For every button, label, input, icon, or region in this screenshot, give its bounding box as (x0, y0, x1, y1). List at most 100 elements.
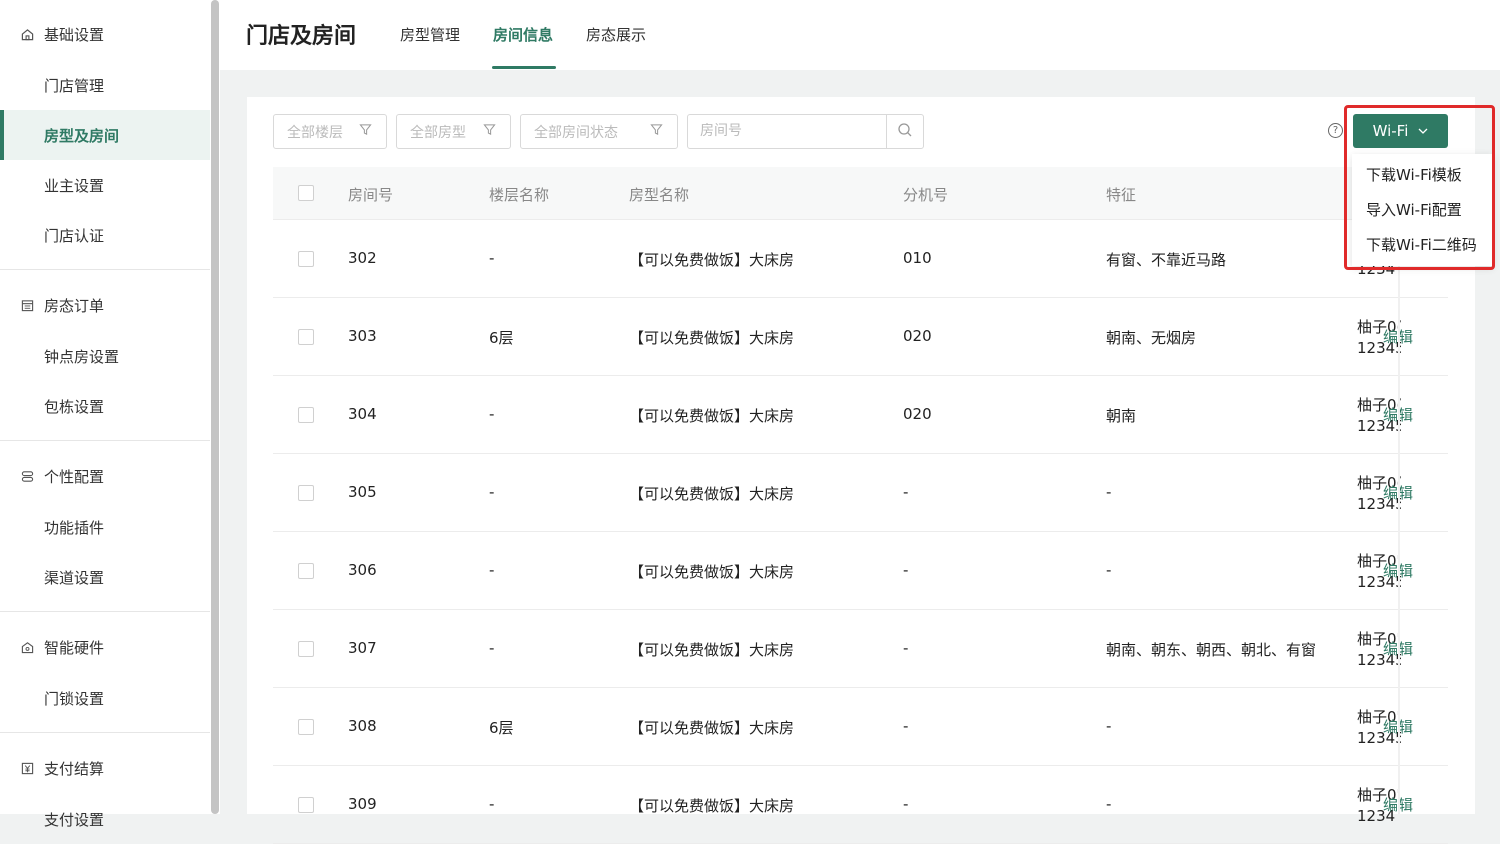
row-checkbox[interactable] (298, 797, 314, 813)
sidebar-group-hardware: 智能硬件 门锁设置 (0, 621, 210, 723)
table-row: 302 - 【可以免费做饭】大床房 010 有窗、不靠近马路 1234 (273, 220, 1448, 298)
room-features: - (1106, 483, 1112, 501)
floor-name: - (489, 795, 495, 813)
row-checkbox[interactable] (298, 641, 314, 657)
sidebar-item-label: 门店管理 (44, 76, 105, 95)
room-number: 305 (348, 483, 377, 501)
room-number: 306 (348, 561, 377, 579)
sidebar-item-store-manage[interactable]: 门店管理 (0, 60, 210, 110)
floor-name: 6层 (489, 719, 514, 737)
extension-number: - (903, 795, 909, 813)
sidebar-item-door-lock[interactable]: 门锁设置 (0, 673, 210, 723)
sidebar-item-store-cert[interactable]: 门店认证 (0, 210, 210, 260)
room-type-filter-label: 全部房型 (410, 124, 466, 141)
sidebar-group-basic: 基础设置 门店管理 房型及房间 业主设置 门店认证 (0, 0, 210, 260)
room-status-filter-label: 全部房间状态 (534, 124, 618, 141)
room-status-filter[interactable]: 全部房间状态 (520, 114, 678, 149)
floor-name: - (489, 639, 495, 657)
table-row: 304 - 【可以免费做饭】大床房 020 朝南 柚子0( 12345 (273, 376, 1448, 454)
sidebar-item-hourly-room[interactable]: 钟点房设置 (0, 331, 210, 381)
room-features: 有窗、不靠近马路 (1106, 251, 1227, 269)
filter-icon (483, 123, 496, 140)
table-row: 309 - 【可以免费做饭】大床房 - - 柚子0' 1234 (273, 766, 1448, 844)
column-header-room-no[interactable]: 房间号 (348, 184, 393, 205)
sidebar-item-label: 功能插件 (44, 518, 105, 537)
sidebar-group-label: 个性配置 (44, 467, 105, 486)
room-type-filter[interactable]: 全部房型 (396, 114, 511, 149)
row-checkbox[interactable] (298, 407, 314, 423)
extension-number: 010 (903, 249, 932, 267)
row-checkbox[interactable] (298, 329, 314, 345)
menu-item-download-wifi-template[interactable]: 下载Wi-Fi模板 (1352, 157, 1493, 192)
table-row: 303 6层 【可以免费做饭】大床房 020 朝南、无烟房 柚子0( 12345 (273, 298, 1448, 376)
room-features: - (1106, 795, 1112, 813)
wifi-dropdown-button[interactable]: Wi-Fi (1353, 114, 1448, 148)
floor-name: - (489, 561, 495, 579)
search-button[interactable] (886, 115, 923, 148)
room-number: 304 (348, 405, 377, 423)
yuan-icon (20, 761, 34, 775)
calendar-icon (20, 298, 34, 312)
wifi-dropdown-menu: 下载Wi-Fi模板 导入Wi-Fi配置 下载Wi-Fi二维码 (1352, 154, 1493, 266)
menu-item-download-wifi-qrcode[interactable]: 下载Wi-Fi二维码 (1352, 227, 1493, 262)
room-number: 302 (348, 249, 377, 267)
page-title: 门店及房间 (246, 24, 357, 49)
column-header-extension[interactable]: 分机号 (903, 184, 948, 205)
sidebar-group-header[interactable]: 支付结算 (0, 742, 210, 794)
column-header-features[interactable]: 特征 (1106, 184, 1136, 205)
sidebar-group-orders: 房态订单 钟点房设置 包栋设置 (0, 279, 210, 431)
sidebar-item-whole-building[interactable]: 包栋设置 (0, 381, 210, 431)
extension-number: 020 (903, 327, 932, 345)
floor-filter[interactable]: 全部楼层 (273, 114, 387, 149)
floor-filter-label: 全部楼层 (287, 124, 343, 141)
sidebar-item-label: 业主设置 (44, 176, 105, 195)
sidebar-group-payment: 支付结算 支付设置 (0, 742, 210, 844)
floor-name: 6层 (489, 329, 514, 347)
room-features: - (1106, 561, 1112, 579)
room-number-input[interactable] (700, 123, 880, 139)
active-tab-indicator (492, 66, 556, 69)
sidebar-item-channels[interactable]: 渠道设置 (0, 552, 210, 602)
room-features: - (1106, 717, 1112, 735)
tab-room-status-display[interactable]: 房态展示 (586, 24, 646, 45)
column-header-floor[interactable]: 楼层名称 (489, 184, 549, 205)
sidebar-item-payment-settings[interactable]: 支付设置 (0, 794, 210, 844)
floor-name: - (489, 249, 495, 267)
help-icon[interactable]: ? (1328, 123, 1343, 138)
sidebar-group-header[interactable]: 基础设置 (0, 8, 210, 60)
floor-name: - (489, 405, 495, 423)
sidebar-item-plugins[interactable]: 功能插件 (0, 502, 210, 552)
select-all-checkbox[interactable] (298, 185, 314, 201)
sidebar: 基础设置 门店管理 房型及房间 业主设置 门店认证 房态订单 钟点房设置 包栋设… (0, 0, 210, 829)
sidebar-item-label: 门锁设置 (44, 689, 105, 708)
room-number: 308 (348, 717, 377, 735)
tab-room-info[interactable]: 房间信息 (493, 24, 553, 45)
room-number-search (687, 114, 924, 149)
menu-item-import-wifi-config[interactable]: 导入Wi-Fi配置 (1352, 192, 1493, 227)
scrollbar-thumb[interactable] (211, 0, 219, 814)
tab-room-type-manage[interactable]: 房型管理 (400, 24, 460, 45)
sidebar-scrollbar[interactable] (210, 0, 220, 814)
row-checkbox[interactable] (298, 719, 314, 735)
row-checkbox[interactable] (298, 563, 314, 579)
column-header-room-type[interactable]: 房型名称 (629, 184, 689, 205)
sidebar-group-label: 基础设置 (44, 25, 105, 44)
sidebar-group-header[interactable]: 个性配置 (0, 450, 210, 502)
row-checkbox[interactable] (298, 485, 314, 501)
sidebar-item-label: 包栋设置 (44, 397, 105, 416)
home-icon (20, 27, 34, 41)
sidebar-group-header[interactable]: 智能硬件 (0, 621, 210, 673)
room-type-name: 【可以免费做饭】大床房 (629, 407, 795, 425)
search-icon (897, 122, 913, 142)
room-type-name: 【可以免费做饭】大床房 (629, 797, 795, 815)
sidebar-group-label: 智能硬件 (44, 638, 105, 657)
sidebar-item-room-types[interactable]: 房型及房间 (0, 110, 210, 160)
sidebar-group-label: 支付结算 (44, 759, 105, 778)
sidebar-group-header[interactable]: 房态订单 (0, 279, 210, 331)
chevron-down-icon (1418, 126, 1428, 137)
sidebar-item-owner[interactable]: 业主设置 (0, 160, 210, 210)
wifi-button-label: Wi-Fi (1372, 122, 1409, 140)
row-checkbox[interactable] (298, 251, 314, 267)
room-type-name: 【可以免费做饭】大床房 (629, 485, 795, 503)
sidebar-item-label: 钟点房设置 (44, 347, 120, 366)
